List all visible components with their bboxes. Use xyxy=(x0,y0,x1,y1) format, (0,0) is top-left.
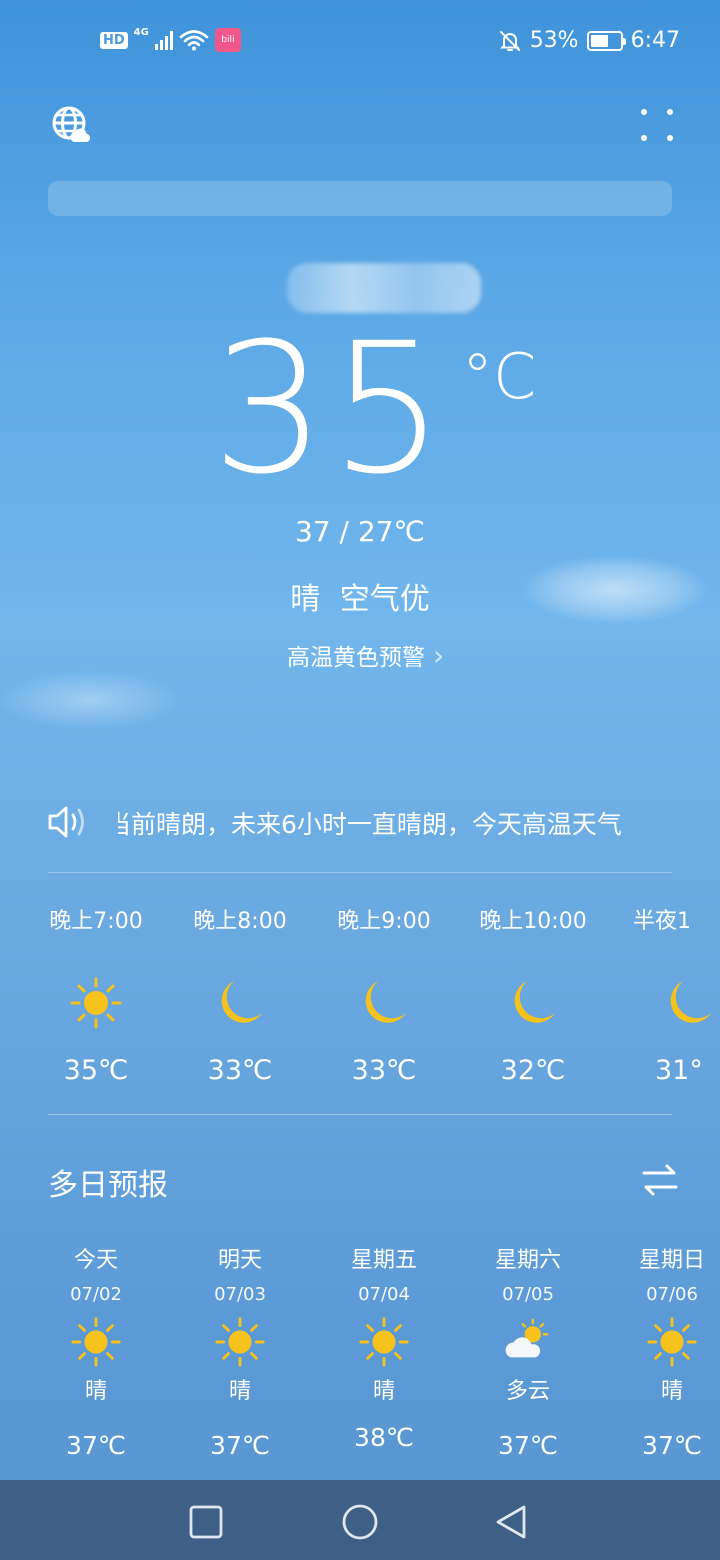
sun-icon xyxy=(21,1315,171,1371)
day-high: 37℃ xyxy=(642,1431,702,1460)
back-button[interactable] xyxy=(490,1500,534,1544)
hourly-item: 晚上9:00 33℃ xyxy=(309,905,459,1086)
multi-day-forecast[interactable]: 今天 07/02 晴 37℃ 明天 07/03 晴 37℃ 星期五 07/04 … xyxy=(0,1244,720,1480)
day-high: 37℃ xyxy=(498,1431,558,1460)
circle-icon xyxy=(342,1504,378,1540)
triangle-back-icon xyxy=(496,1505,526,1539)
more-options-button[interactable] xyxy=(636,104,678,146)
day-item[interactable]: 明天 07/03 晴 37℃ xyxy=(165,1244,315,1460)
day-name: 今天 xyxy=(73,1248,118,1273)
day-condition: 晴 xyxy=(660,1379,683,1404)
hour-time: 半夜1 xyxy=(633,909,691,934)
divider xyxy=(48,1114,672,1115)
day-condition: 晴 xyxy=(372,1379,395,1404)
day-condition: 多云 xyxy=(505,1379,550,1404)
multi-day-title: 多日预报 xyxy=(48,1168,168,1203)
hourly-item: 半夜1 31° xyxy=(633,905,720,1086)
weather-condition: 晴 空气优 xyxy=(290,582,430,617)
day-item[interactable]: 今天 07/02 晴 37℃ xyxy=(21,1244,171,1460)
recent-apps-button[interactable] xyxy=(184,1500,228,1544)
alert-text: 高温黄色预警 xyxy=(287,645,425,671)
day-date: 07/04 xyxy=(358,1284,410,1305)
current-temperature: 35 xyxy=(211,305,449,514)
clock: 6:47 xyxy=(630,28,680,53)
hourly-item: 晚上7:00 35℃ xyxy=(21,905,171,1086)
signal-icon xyxy=(154,30,173,50)
app-notification-icon: bili xyxy=(214,28,241,52)
day-high: 38℃ xyxy=(354,1423,414,1452)
moon-icon xyxy=(633,975,720,1047)
moon-icon xyxy=(165,975,315,1047)
divider xyxy=(48,872,672,873)
battery-percent: 53% xyxy=(529,28,579,53)
toggle-view-button[interactable] xyxy=(640,1162,680,1198)
system-navigation-bar xyxy=(0,1480,720,1560)
temperature-range: 37 / 27℃ xyxy=(295,515,425,548)
weather-summary-marquee: 当前晴朗，未来6小时一直晴朗，今天高温天气 xyxy=(118,810,622,839)
day-item[interactable]: 星期五 07/04 晴 38℃ xyxy=(309,1244,459,1452)
temperature-unit: °C xyxy=(462,340,537,413)
hour-temp: 32℃ xyxy=(500,1055,566,1086)
network-type: 4G xyxy=(133,26,149,38)
moon-icon xyxy=(309,975,459,1047)
day-condition: 晴 xyxy=(228,1379,251,1404)
sun-icon xyxy=(165,1315,315,1371)
hour-time: 晚上8:00 xyxy=(193,909,287,934)
chevron-right-icon: › xyxy=(433,638,445,672)
hourly-item: 晚上10:00 32℃ xyxy=(458,905,608,1086)
bell-muted-icon xyxy=(499,30,520,51)
status-bar: HD 4G bili 53% 6:47 xyxy=(0,0,720,84)
more-dots-icon xyxy=(641,109,673,141)
day-date: 07/02 xyxy=(70,1284,122,1305)
battery-icon xyxy=(586,30,626,51)
background-cloud xyxy=(0,670,180,730)
day-name: 星期日 xyxy=(638,1248,705,1273)
swap-arrows-icon xyxy=(642,1164,678,1196)
hourly-forecast[interactable]: 晚上7:00 35℃ 晚上8:00 33℃ 晚上9:00 33℃ 晚上10:00… xyxy=(0,905,720,1105)
sun-icon xyxy=(21,975,171,1047)
cloudy-sun-icon xyxy=(453,1315,603,1371)
hd-indicator: HD xyxy=(100,31,128,49)
hourly-item: 晚上8:00 33℃ xyxy=(165,905,315,1086)
day-name: 星期五 xyxy=(350,1248,417,1273)
search-bar[interactable] xyxy=(48,181,672,216)
hour-temp: 31° xyxy=(655,1055,703,1086)
day-item[interactable]: 星期六 07/05 多云 37℃ xyxy=(453,1244,603,1460)
day-high: 37℃ xyxy=(210,1431,270,1460)
home-button[interactable] xyxy=(338,1500,382,1544)
day-name: 星期六 xyxy=(494,1248,561,1273)
hour-temp: 35℃ xyxy=(63,1055,129,1086)
hour-time: 晚上7:00 xyxy=(49,909,143,934)
voice-broadcast-button[interactable] xyxy=(47,805,91,839)
day-date: 07/06 xyxy=(646,1284,698,1305)
hour-time: 晚上10:00 xyxy=(479,909,587,934)
day-item[interactable]: 星期日 07/06 晴 37℃ xyxy=(597,1244,720,1460)
square-icon xyxy=(189,1505,223,1539)
hour-temp: 33℃ xyxy=(207,1055,273,1086)
sun-icon xyxy=(309,1315,459,1371)
day-name: 明天 xyxy=(217,1248,262,1273)
globe-cloud-icon xyxy=(52,106,91,142)
day-condition: 晴 xyxy=(84,1379,107,1404)
day-date: 07/03 xyxy=(214,1284,266,1305)
weather-alert[interactable]: 高温黄色预警 › xyxy=(287,638,444,672)
hour-time: 晚上9:00 xyxy=(337,909,431,934)
wifi-icon xyxy=(179,30,209,51)
hour-temp: 33℃ xyxy=(351,1055,417,1086)
moon-icon xyxy=(458,975,608,1047)
city-manage-button[interactable] xyxy=(50,104,92,146)
day-high: 37℃ xyxy=(66,1431,126,1460)
sun-icon xyxy=(597,1315,720,1371)
day-date: 07/05 xyxy=(502,1284,554,1305)
speaker-icon xyxy=(48,806,84,838)
